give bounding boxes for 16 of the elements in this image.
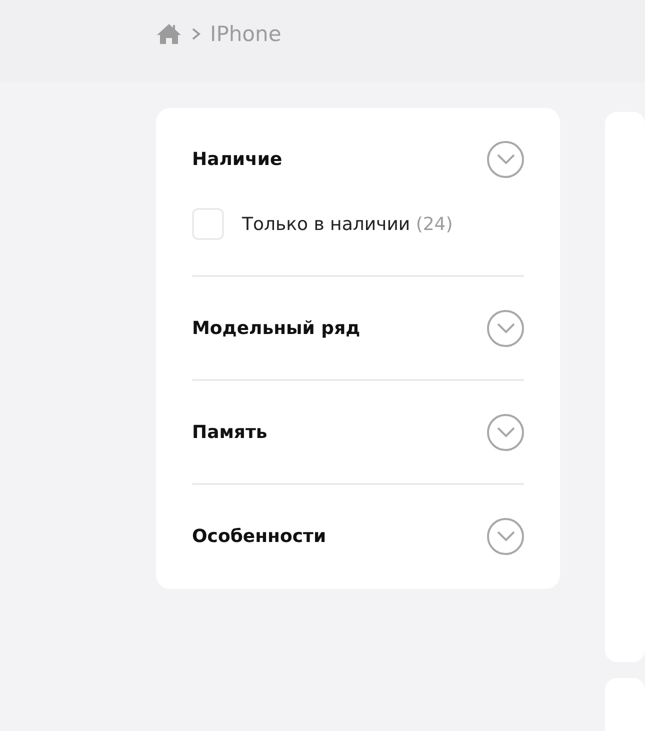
chevron-down-icon bbox=[496, 530, 516, 542]
expand-button[interactable] bbox=[487, 414, 524, 450]
chevron-down-icon bbox=[496, 322, 516, 334]
breadcrumb-current: IPhone bbox=[210, 22, 282, 46]
chevron-down-icon bbox=[496, 153, 516, 165]
home-icon[interactable] bbox=[156, 23, 182, 45]
option-label[interactable]: Только в наличии (24) bbox=[242, 214, 453, 234]
chevron-down-icon bbox=[496, 426, 516, 438]
filter-title: Память bbox=[192, 422, 268, 442]
filter-title: Наличие bbox=[192, 148, 282, 170]
filter-title: Модельный ряд bbox=[192, 318, 360, 338]
expand-button[interactable] bbox=[487, 518, 524, 554]
filter-title: Особенности bbox=[192, 526, 326, 546]
expand-button[interactable] bbox=[487, 310, 524, 346]
expand-button[interactable] bbox=[487, 140, 524, 178]
chevron-right-icon bbox=[190, 27, 202, 41]
